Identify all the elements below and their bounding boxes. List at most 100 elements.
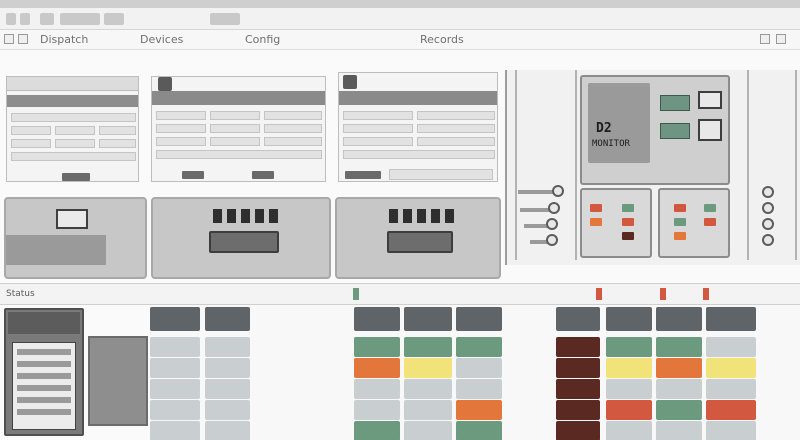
- menu-item[interactable]: Records: [420, 33, 464, 46]
- table-cell[interactable]: [556, 358, 600, 378]
- status-marker: [703, 288, 709, 300]
- table-cell[interactable]: [456, 337, 502, 357]
- table-cell[interactable]: [404, 379, 452, 399]
- table-cell[interactable]: [404, 337, 452, 357]
- knob-icon[interactable]: [552, 185, 564, 197]
- monitor-button[interactable]: [660, 95, 690, 111]
- table-column-header[interactable]: [656, 307, 702, 331]
- table-column-header[interactable]: [404, 307, 452, 331]
- toolbar-button[interactable]: [104, 13, 124, 25]
- close-icon[interactable]: [776, 34, 786, 44]
- table-cell[interactable]: [150, 400, 200, 420]
- device-slot[interactable]: [209, 231, 279, 253]
- table-cell[interactable]: [606, 379, 652, 399]
- table-cell[interactable]: [606, 421, 652, 440]
- menu-item[interactable]: Dispatch: [40, 33, 88, 46]
- table-cell[interactable]: [456, 358, 502, 378]
- table-cell[interactable]: [150, 337, 200, 357]
- status-marker: [660, 288, 666, 300]
- table-cell[interactable]: [404, 358, 452, 378]
- panel-toolbar: [339, 91, 497, 105]
- menu-item[interactable]: Config: [245, 33, 280, 46]
- window-icon[interactable]: [4, 34, 14, 44]
- table-cell[interactable]: [456, 379, 502, 399]
- knob-icon[interactable]: [546, 234, 558, 246]
- table-cell[interactable]: [556, 337, 600, 357]
- table-cell[interactable]: [354, 337, 400, 357]
- panel-button[interactable]: [182, 171, 204, 179]
- forward-icon[interactable]: [20, 13, 30, 25]
- table-column-header[interactable]: [205, 307, 250, 331]
- widget-list[interactable]: [12, 342, 76, 430]
- back-icon[interactable]: [6, 13, 16, 25]
- menu-item[interactable]: Devices: [140, 33, 183, 46]
- table-cell[interactable]: [354, 400, 400, 420]
- knob-icon[interactable]: [762, 186, 774, 198]
- table-column-header[interactable]: [556, 307, 600, 331]
- panel-button[interactable]: [252, 171, 274, 179]
- cabinet-unit: [580, 188, 652, 258]
- status-strip: Status: [0, 283, 800, 305]
- table-cell[interactable]: [606, 400, 652, 420]
- table-cell[interactable]: [556, 400, 600, 420]
- toolbar-tab[interactable]: [210, 13, 240, 25]
- table-cell[interactable]: [706, 358, 756, 378]
- panel-button[interactable]: [345, 171, 381, 179]
- panel-button[interactable]: [62, 173, 90, 181]
- knob-icon[interactable]: [546, 218, 558, 230]
- preview-pane: [88, 336, 148, 426]
- table-cell[interactable]: [354, 421, 400, 440]
- knob-icon[interactable]: [762, 218, 774, 230]
- table-cell[interactable]: [205, 400, 250, 420]
- table-cell[interactable]: [150, 379, 200, 399]
- table-cell[interactable]: [205, 379, 250, 399]
- device-slot[interactable]: [387, 231, 453, 253]
- window-icon[interactable]: [18, 34, 28, 44]
- table-cell[interactable]: [656, 379, 702, 399]
- minimize-icon[interactable]: [760, 34, 770, 44]
- table-column-header[interactable]: [150, 307, 200, 331]
- table-cell[interactable]: [606, 337, 652, 357]
- table-cell[interactable]: [205, 358, 250, 378]
- table-column-header[interactable]: [456, 307, 502, 331]
- indicator-icon: [698, 119, 722, 141]
- table-cell[interactable]: [456, 400, 502, 420]
- table-cell[interactable]: [656, 421, 702, 440]
- table-cell[interactable]: [656, 337, 702, 357]
- table-cell[interactable]: [656, 400, 702, 420]
- table-column-header[interactable]: [354, 307, 400, 331]
- data-panel-1: [6, 76, 139, 182]
- monitor-title: D2: [596, 121, 612, 136]
- knob-icon[interactable]: [762, 202, 774, 214]
- table-cell[interactable]: [354, 379, 400, 399]
- status-table: [150, 305, 800, 440]
- table-cell[interactable]: [404, 421, 452, 440]
- status-marker: [353, 288, 359, 300]
- table-column-header[interactable]: [706, 307, 756, 331]
- table-cell[interactable]: [556, 379, 600, 399]
- table-cell[interactable]: [706, 421, 756, 440]
- table-cell[interactable]: [706, 337, 756, 357]
- table-cell[interactable]: [150, 358, 200, 378]
- search-icon[interactable]: [40, 13, 54, 25]
- table-cell[interactable]: [656, 358, 702, 378]
- table-cell[interactable]: [404, 400, 452, 420]
- table-column-header[interactable]: [606, 307, 652, 331]
- toolbar-field[interactable]: [60, 13, 100, 25]
- knob-icon[interactable]: [762, 234, 774, 246]
- table-cell[interactable]: [456, 421, 502, 440]
- monitor-subtitle: MONITOR: [592, 139, 630, 149]
- table-cell[interactable]: [205, 337, 250, 357]
- table-cell[interactable]: [205, 421, 250, 440]
- table-cell[interactable]: [606, 358, 652, 378]
- knob-icon[interactable]: [548, 202, 560, 214]
- status-marker: [596, 288, 602, 300]
- monitor-button[interactable]: [660, 123, 690, 139]
- table-cell[interactable]: [150, 421, 200, 440]
- device-display: [56, 209, 88, 229]
- table-cell[interactable]: [556, 421, 600, 440]
- table-cell[interactable]: [354, 358, 400, 378]
- monitor-screen: D2 MONITOR: [588, 83, 650, 163]
- table-cell[interactable]: [706, 379, 756, 399]
- table-cell[interactable]: [706, 400, 756, 420]
